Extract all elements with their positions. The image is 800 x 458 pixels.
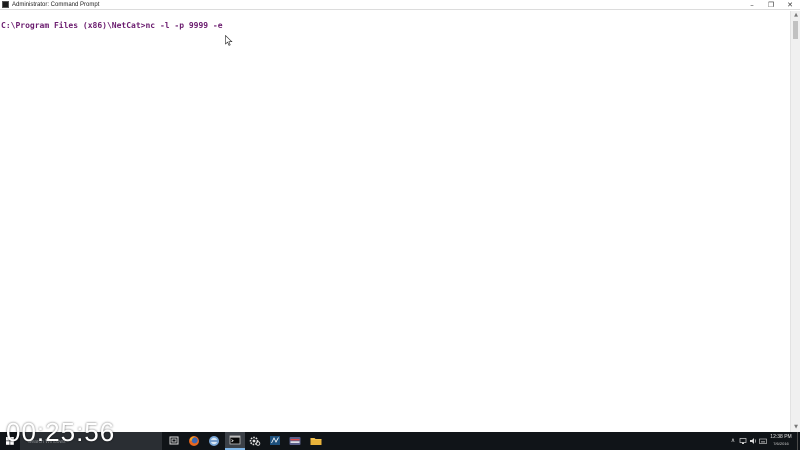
vertical-scrollbar[interactable]: ▲ ▼ bbox=[790, 11, 800, 432]
settings-gear-icon[interactable] bbox=[245, 432, 265, 450]
minimize-button[interactable]: – bbox=[742, 0, 762, 10]
task-view-icon[interactable] bbox=[164, 432, 184, 450]
system-clock[interactable]: 12:38 PM 7/6/2016 bbox=[768, 434, 794, 447]
command-prompt-icon[interactable] bbox=[225, 432, 245, 450]
maximize-button[interactable]: ❐ bbox=[761, 0, 781, 10]
volume-icon[interactable] bbox=[748, 432, 758, 450]
firefox-icon[interactable] bbox=[184, 432, 204, 450]
window-title-bar[interactable]: Administrator: Command Prompt – ❐ ✕ bbox=[0, 0, 800, 10]
scroll-down-arrow-icon[interactable]: ▼ bbox=[791, 423, 800, 432]
close-button[interactable]: ✕ bbox=[780, 0, 800, 10]
network-icon[interactable] bbox=[738, 432, 748, 450]
window-title: Administrator: Command Prompt bbox=[12, 2, 100, 8]
file-explorer-icon[interactable] bbox=[306, 432, 326, 450]
recording-timer: 00:25:56 bbox=[6, 417, 116, 447]
sql-tool-icon[interactable] bbox=[265, 432, 285, 450]
remote-desktop-icon[interactable] bbox=[285, 432, 305, 450]
show-hidden-icons-chevron[interactable]: ∧ bbox=[728, 432, 738, 450]
mouse-pointer-icon bbox=[225, 35, 233, 46]
clock-time: 12:38 PM bbox=[770, 434, 792, 440]
console-line: C:\Program Files (x86)\NetCat>nc -l -p 9… bbox=[1, 21, 223, 30]
scroll-up-arrow-icon[interactable]: ▲ bbox=[791, 11, 800, 20]
scroll-thumb[interactable] bbox=[793, 21, 798, 39]
console-output[interactable]: C:\Program Files (x86)\NetCat>nc -l -p 9… bbox=[0, 11, 790, 432]
internet-explorer-icon[interactable] bbox=[204, 432, 224, 450]
command-prompt-icon bbox=[2, 1, 9, 8]
clock-date: 7/6/2016 bbox=[773, 441, 789, 446]
keyboard-icon[interactable] bbox=[758, 432, 768, 450]
taskbar: Search Windows ∧ 12:38 PM 7/6/2016 bbox=[0, 432, 800, 450]
